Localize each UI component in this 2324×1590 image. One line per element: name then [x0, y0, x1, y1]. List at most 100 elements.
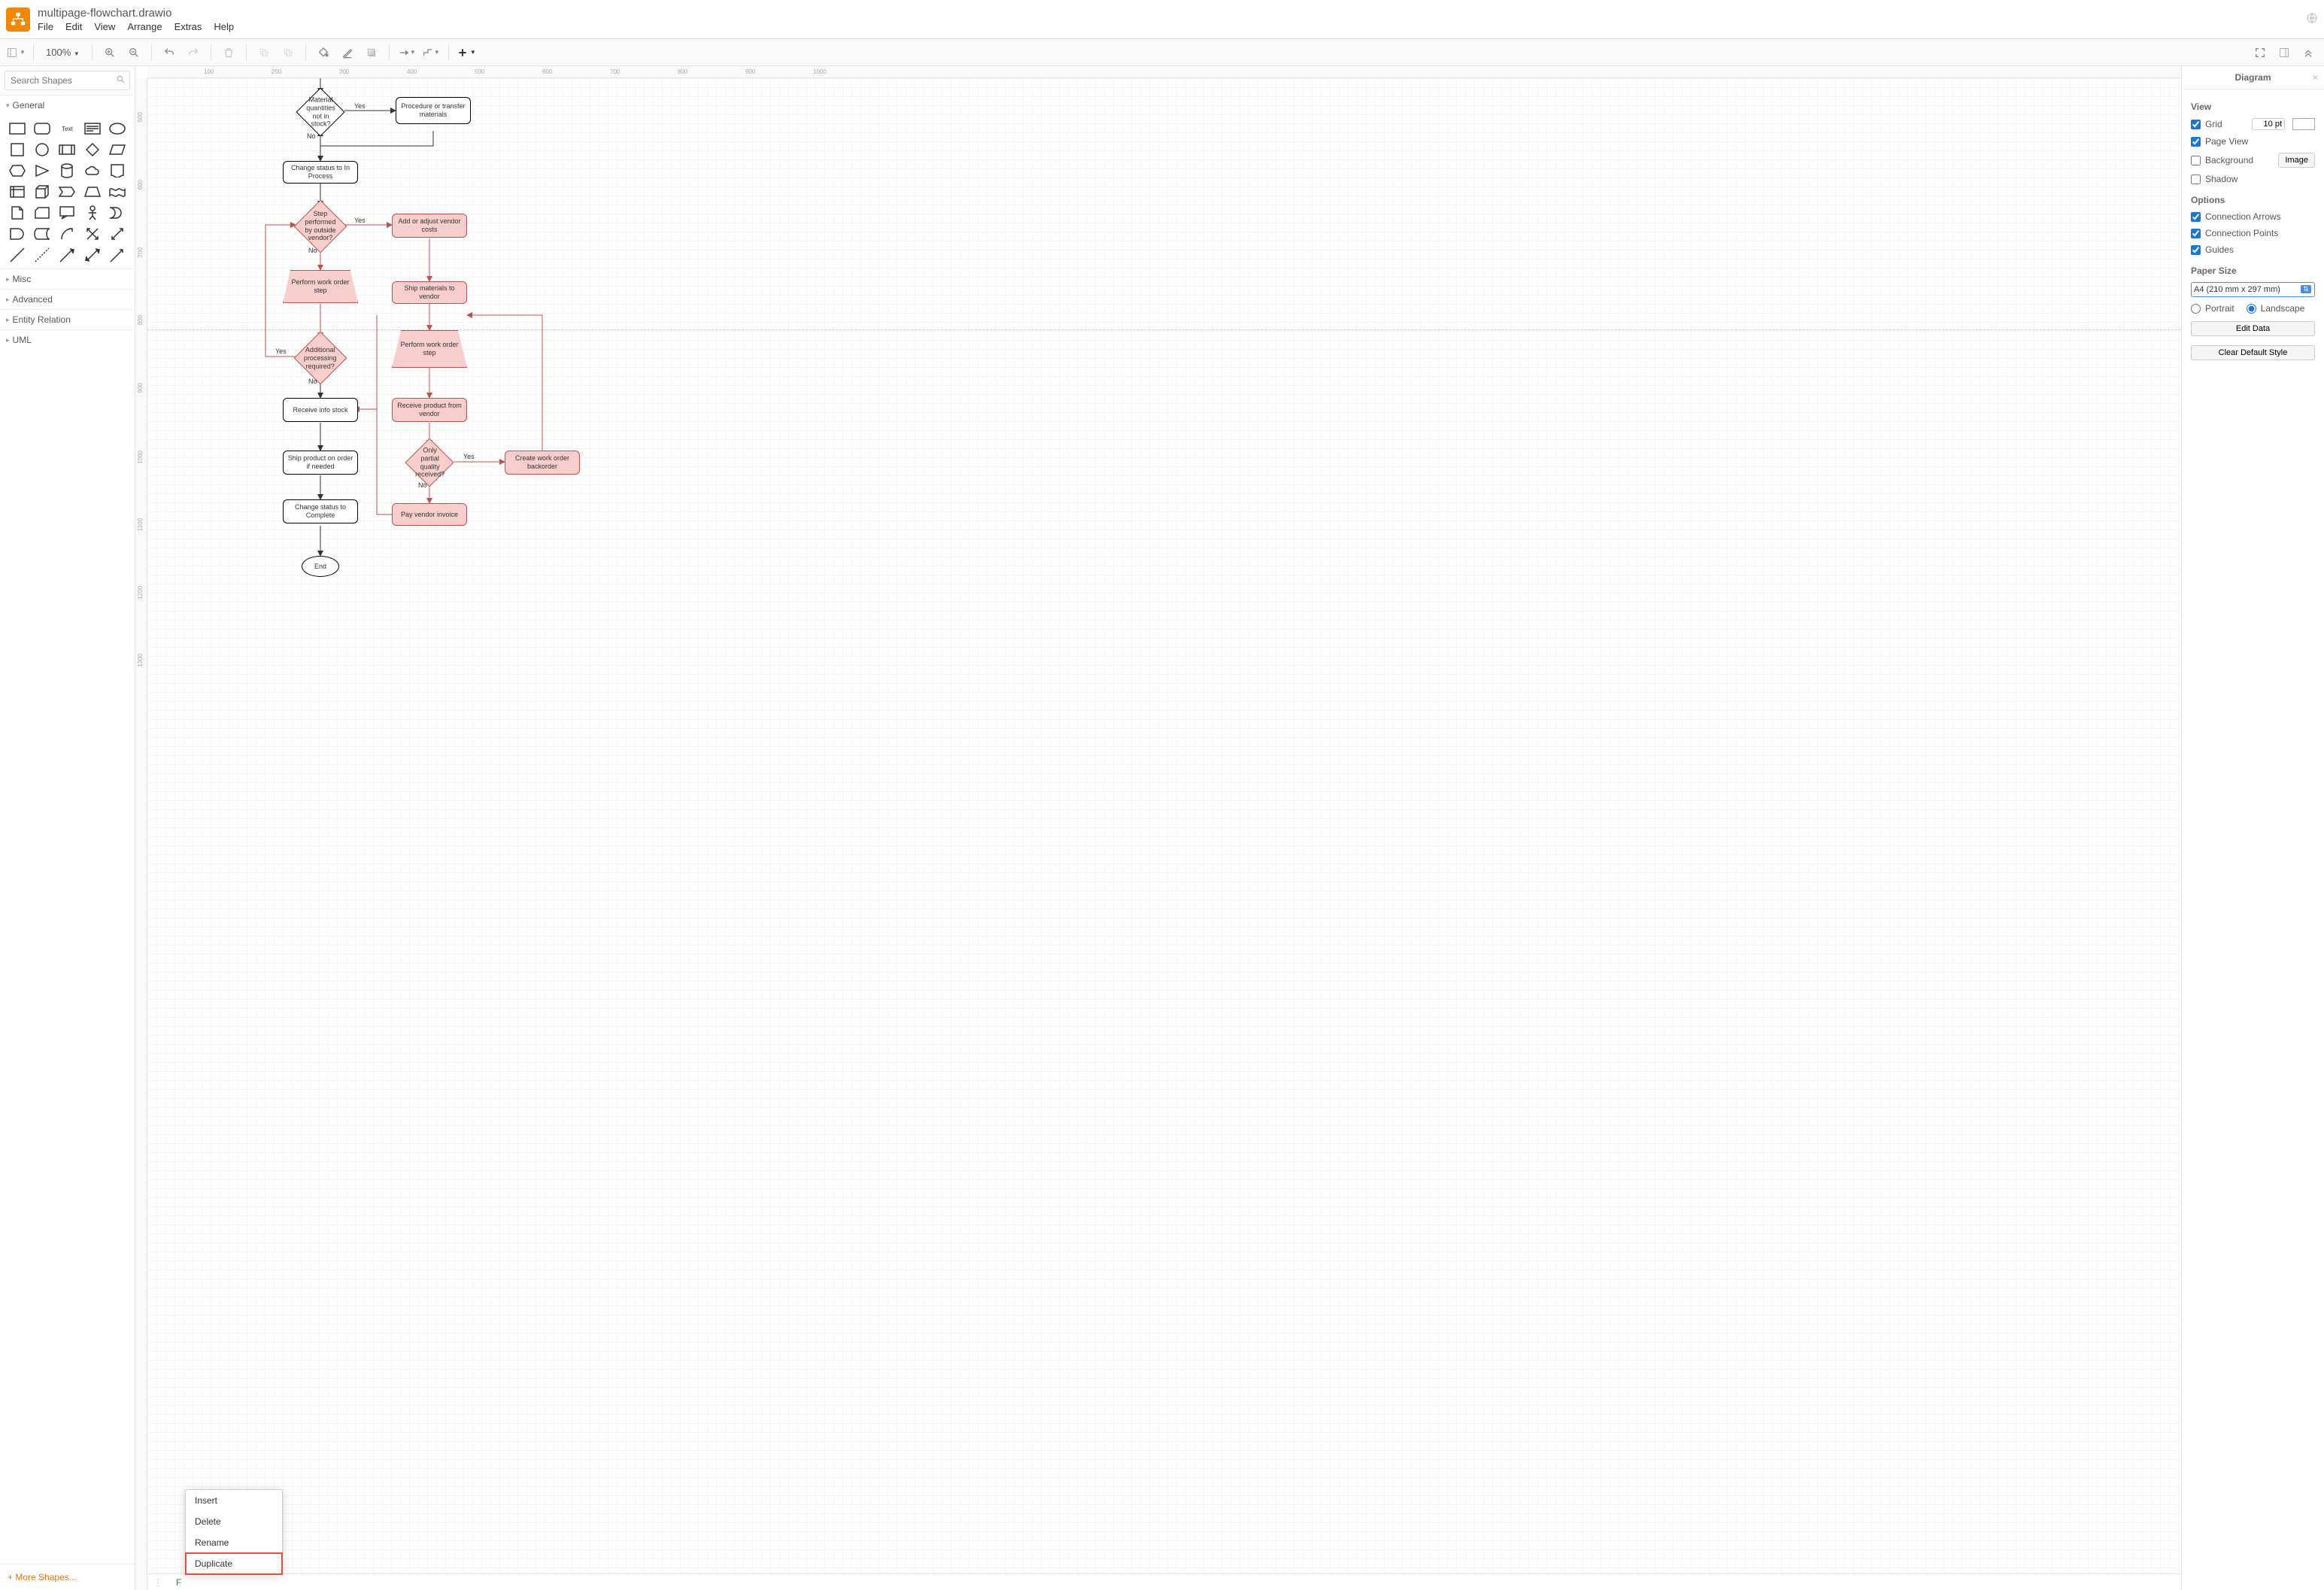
shape-tape[interactable]: [107, 183, 129, 201]
node-receive-product[interactable]: Receive product from vendor: [392, 398, 467, 422]
section-advanced[interactable]: Advanced: [0, 290, 135, 309]
node-backorder[interactable]: Create work order backorder: [505, 451, 580, 475]
node-perform-step[interactable]: Perform work order step: [283, 270, 358, 303]
shape-arrow-both[interactable]: [81, 246, 103, 264]
redo-icon[interactable]: [184, 43, 203, 62]
shape-step[interactable]: [56, 183, 78, 201]
add-icon[interactable]: ▼: [457, 43, 476, 62]
node-status-inprocess[interactable]: Change status to In Process: [283, 161, 358, 184]
to-back-icon[interactable]: [278, 43, 298, 62]
shape-arrow-curve2[interactable]: [81, 225, 103, 243]
grid-size-input[interactable]: [2252, 118, 2285, 130]
background-checkbox[interactable]: [2191, 156, 2201, 165]
grid-color-swatch[interactable]: [2292, 118, 2315, 130]
node-material-check[interactable]: Material quantities not in stock?: [296, 87, 344, 136]
node-receive-stock[interactable]: Receive info stock: [283, 398, 358, 422]
shape-ellipse[interactable]: [107, 120, 129, 138]
shape-line-dashed[interactable]: [31, 246, 53, 264]
guides-checkbox[interactable]: [2191, 245, 2201, 255]
shape-data-storage[interactable]: [31, 225, 53, 243]
collapse-icon[interactable]: [2298, 43, 2318, 62]
shape-arrow-bidir[interactable]: [107, 225, 129, 243]
shape-trapezoid[interactable]: [81, 183, 103, 201]
fill-color-icon[interactable]: [314, 43, 333, 62]
zoom-in-icon[interactable]: [100, 43, 120, 62]
section-misc[interactable]: Misc: [0, 269, 135, 289]
zoom-out-icon[interactable]: [124, 43, 144, 62]
node-partial-quality[interactable]: Only partial quality received?: [405, 438, 454, 487]
shape-callout[interactable]: [56, 204, 78, 222]
delete-icon[interactable]: [219, 43, 238, 62]
menu-insert[interactable]: Insert: [186, 1490, 282, 1511]
node-perform-step-2[interactable]: Perform work order step: [392, 330, 467, 368]
node-procedure[interactable]: Procedure or transfer materials: [396, 97, 471, 124]
conn-points-checkbox[interactable]: [2191, 229, 2201, 238]
menu-arrange[interactable]: Arrange: [127, 21, 162, 32]
node-vendor-check[interactable]: Step performed by outside vendor?: [294, 200, 347, 253]
shape-card[interactable]: [31, 204, 53, 222]
portrait-radio[interactable]: [2191, 304, 2201, 314]
node-pay-invoice[interactable]: Pay vendor invoice: [392, 503, 467, 526]
node-end[interactable]: End: [302, 556, 339, 577]
shape-arrow-thin[interactable]: [107, 246, 129, 264]
menu-edit[interactable]: Edit: [65, 21, 82, 32]
shape-rounded-rect[interactable]: [31, 120, 53, 138]
search-input[interactable]: [5, 71, 130, 90]
menu-extras[interactable]: Extras: [174, 21, 202, 32]
format-panel-icon[interactable]: [2274, 43, 2294, 62]
shape-square[interactable]: [6, 141, 28, 159]
shape-document[interactable]: [107, 162, 129, 180]
shape-arrow-curve1[interactable]: [56, 225, 78, 243]
section-uml[interactable]: UML: [0, 330, 135, 350]
page-tab[interactable]: F: [168, 1575, 189, 1590]
undo-icon[interactable]: [159, 43, 179, 62]
view-dropdown[interactable]: ▼: [6, 43, 26, 62]
menu-help[interactable]: Help: [214, 21, 234, 32]
shape-cylinder[interactable]: [56, 162, 78, 180]
shadow-icon[interactable]: [362, 43, 381, 62]
shape-process[interactable]: [56, 141, 78, 159]
node-ship-product[interactable]: Ship product on order if needed: [283, 451, 358, 475]
zoom-level[interactable]: 100% ▼: [41, 47, 84, 58]
shape-or[interactable]: [107, 204, 129, 222]
shape-internal-storage[interactable]: [6, 183, 28, 201]
waypoint-icon[interactable]: ▼: [421, 43, 441, 62]
tabs-menu-icon[interactable]: ⋮: [147, 1577, 168, 1588]
shape-hexagon[interactable]: [6, 162, 28, 180]
menu-view[interactable]: View: [94, 21, 115, 32]
shadow-checkbox[interactable]: [2191, 174, 2201, 184]
close-icon[interactable]: ×: [2313, 72, 2318, 83]
menu-file[interactable]: File: [38, 21, 53, 32]
edit-data-button[interactable]: Edit Data: [2191, 321, 2315, 336]
connection-icon[interactable]: ▼: [397, 43, 417, 62]
fullscreen-icon[interactable]: [2250, 43, 2270, 62]
menu-duplicate[interactable]: Duplicate: [186, 1553, 282, 1574]
shape-cube[interactable]: [31, 183, 53, 201]
clear-style-button[interactable]: Clear Default Style: [2191, 345, 2315, 360]
conn-arrows-checkbox[interactable]: [2191, 212, 2201, 222]
shape-triangle[interactable]: [31, 162, 53, 180]
shape-and[interactable]: [6, 225, 28, 243]
node-ship-materials[interactable]: Ship materials to vendor: [392, 281, 467, 304]
landscape-radio[interactable]: [2247, 304, 2256, 314]
shape-actor[interactable]: [81, 204, 103, 222]
to-front-icon[interactable]: [254, 43, 274, 62]
node-adjust-costs[interactable]: Add or adjust vendor costs: [392, 214, 467, 238]
menu-delete[interactable]: Delete: [186, 1511, 282, 1532]
node-status-complete[interactable]: Change status to Complete: [283, 499, 358, 523]
shape-textbox[interactable]: [81, 120, 103, 138]
shape-rect[interactable]: [6, 120, 28, 138]
line-color-icon[interactable]: [338, 43, 357, 62]
section-general[interactable]: General: [0, 96, 135, 115]
shape-note[interactable]: [6, 204, 28, 222]
more-shapes-link[interactable]: More Shapes...: [0, 1564, 135, 1590]
grid-checkbox[interactable]: [2191, 120, 2201, 129]
shape-line-solid[interactable]: [6, 246, 28, 264]
section-entity[interactable]: Entity Relation: [0, 310, 135, 329]
canvas[interactable]: Material quantities not in stock? Yes No…: [147, 78, 2181, 1573]
shape-arrow-solid[interactable]: [56, 246, 78, 264]
paper-size-select[interactable]: A4 (210 mm x 297 mm): [2191, 282, 2315, 297]
language-icon[interactable]: [2306, 12, 2318, 26]
menu-rename[interactable]: Rename: [186, 1532, 282, 1553]
pageview-checkbox[interactable]: [2191, 137, 2201, 147]
